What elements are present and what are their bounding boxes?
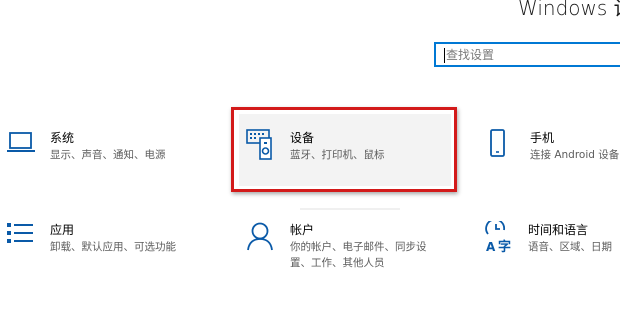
tile-accounts[interactable]: 帐户 你的帐户、电子邮件、同步设置、工作、其他人员 [246,221,446,281]
tile-devices[interactable]: 设备 蓝牙、打印机、鼠标 [246,129,446,189]
phone-icon [490,129,505,157]
tile-devices-name: 设备 [290,131,315,145]
tile-phone-desc: 连接 Android 设备 [530,149,620,161]
tile-accounts-desc: 你的帐户、电子邮件、同步设置、工作、其他人员 [290,241,427,269]
text-caret [444,48,445,63]
tile-apps[interactable]: 应用 卸载、默认应用、可选功能 [6,221,216,281]
tile-system-desc: 显示、声音、通知、电源 [50,149,166,161]
svg-text:字: 字 [498,239,511,253]
svg-text:A: A [486,240,496,253]
tile-apps-desc: 卸载、默认应用、可选功能 [50,241,176,253]
search-input[interactable] [446,45,620,64]
apps-icon [7,223,33,243]
tile-devices-desc: 蓝牙、打印机、鼠标 [290,149,385,161]
person-icon [247,222,273,251]
tile-apps-name: 应用 [50,223,75,237]
time-language-icon: A 字 [485,221,511,253]
tile-system-name: 系统 [50,131,75,145]
tile-phone-name: 手机 [530,131,555,145]
laptop-icon [7,132,35,152]
tile-system[interactable]: 系统 显示、声音、通知、电源 [6,129,216,189]
window-title: Windows 设 [518,0,620,20]
tile-time-language[interactable]: A 字 时间和语言 语音、区域、日期 [484,221,620,281]
tile-time-language-desc: 语音、区域、日期 [528,241,612,253]
row-divider [300,208,400,210]
tile-phone[interactable]: 手机 连接 Android 设备 [486,129,620,189]
tile-time-language-name: 时间和语言 [528,223,589,237]
devices-icon [246,129,272,160]
tile-accounts-name: 帐户 [290,223,315,237]
search-box[interactable] [434,42,620,67]
